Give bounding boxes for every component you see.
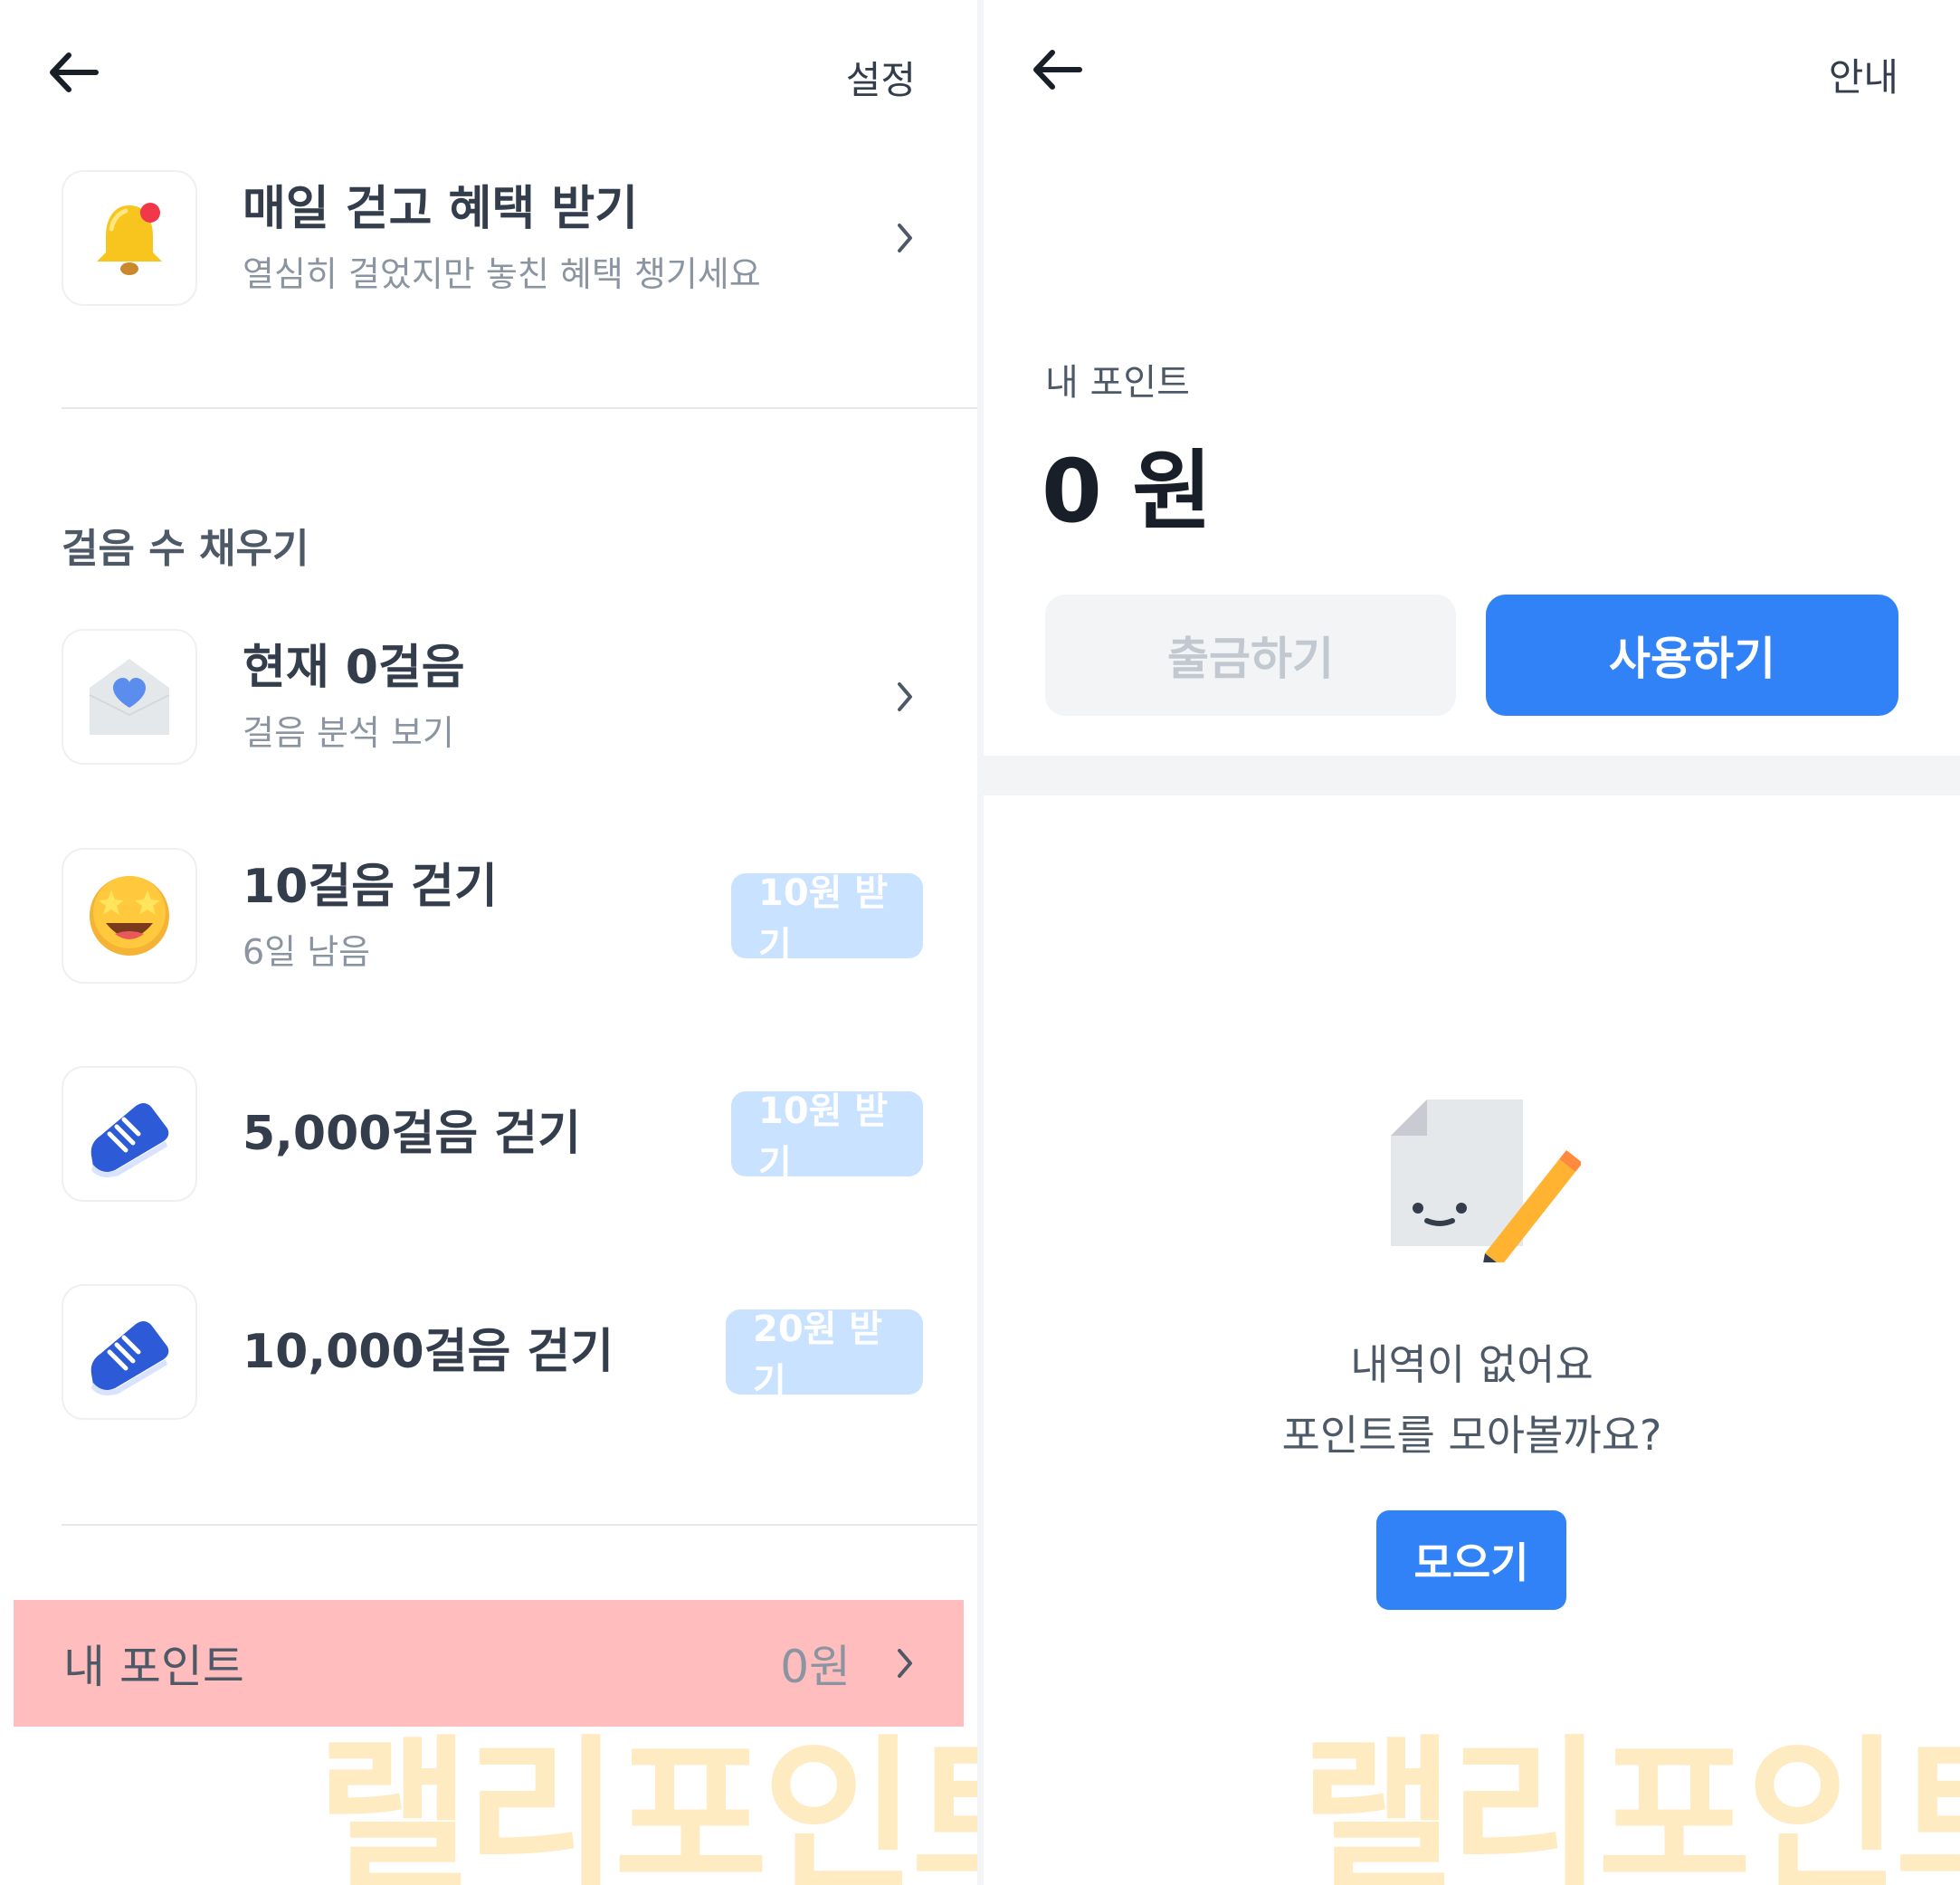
withdraw-button[interactable]: 출금하기 [1045,595,1456,716]
section-separator [984,756,1960,795]
mission-text: 5,000걸음 걷기 [243,1105,731,1164]
settings-button[interactable]: 설정 [846,50,916,105]
current-steps-text: 현재 0걸음 걸음 분석 보기 [243,639,887,755]
guide-button[interactable]: 안내 [1829,47,1898,102]
sneaker-icon [62,1284,197,1420]
reward-button[interactable]: 10원 받기 [731,1090,923,1185]
sneaker-icon [62,1066,197,1202]
mission-text: 10,000걸음 걷기 [243,1323,726,1382]
current-steps-row[interactable]: 현재 0걸음 걸음 분석 보기 [62,629,923,765]
section-divider [62,1524,977,1526]
empty-message-line1: 내역이 없어요 [1350,1340,1594,1389]
back-arrow-icon[interactable] [41,41,104,104]
mission-title: 5,000걸음 걷기 [243,1106,581,1161]
walk-benefit-screen: 설정 매일 걷고 혜택 받기 열심히 걸었지만 놓친 혜택 챙기세요 걸음 수 … [0,0,977,1885]
daily-benefit-text: 매일 걷고 혜택 받기 열심히 걸었지만 놓친 혜택 챙기세요 [243,180,887,296]
mission-text: 10걸음 걷기 6일 남음 [243,858,731,974]
daily-benefit-title: 매일 걷고 혜택 받기 [243,182,639,236]
chevron-right-icon [887,679,923,715]
panel-divider [977,0,984,1885]
section-divider [62,407,977,409]
current-steps-title: 현재 0걸음 [243,641,465,695]
empty-document-pencil-icon [1391,1100,1583,1273]
my-points-screen: 안내 내 포인트 0 원 출금하기 사용하기 내역이 없어요 포인트를 모아볼까… [984,0,1960,1885]
section-title-fill-steps: 걸음 수 채우기 [62,526,309,572]
chevron-right-icon [887,1645,923,1681]
star-eyes-emoji-icon [62,848,197,984]
reward-button[interactable]: 10원 받기 [731,872,923,966]
daily-benefit-row[interactable]: 매일 걷고 혜택 받기 열심히 걸었지만 놓친 혜택 챙기세요 [62,170,923,306]
watermark-logo: 랠리포인트 [317,1719,977,1885]
reward-button[interactable]: 20원 받기 [726,1309,923,1403]
chevron-right-icon [887,220,923,256]
heart-envelope-icon [62,629,197,765]
use-button[interactable]: 사용하기 [1486,595,1898,716]
mission-title: 10걸음 걷기 [243,860,498,914]
empty-message-line2: 포인트를 모아볼까요? [1281,1411,1662,1460]
points-label: 내 포인트 [1045,362,1190,404]
mission-title: 10,000걸음 걷기 [243,1324,614,1379]
mission-days-left: 6일 남음 [243,932,371,972]
bell-icon [62,170,197,306]
current-steps-subtitle: 걸음 분석 보기 [243,713,454,753]
daily-benefit-subtitle: 열심히 걸었지만 놓친 혜택 챙기세요 [243,254,761,294]
mission-row: 10,000걸음 걷기 20원 받기 [62,1284,923,1420]
mission-row: 10걸음 걷기 6일 남음 10원 받기 [62,848,923,984]
points-amount: 0 원 [1042,441,1213,542]
watermark-logo: 랠리포인트 [1300,1719,1960,1885]
collect-button[interactable]: 모으기 [1376,1510,1566,1610]
mission-row: 5,000걸음 걷기 10원 받기 [62,1066,923,1202]
back-arrow-icon[interactable] [1024,38,1088,101]
